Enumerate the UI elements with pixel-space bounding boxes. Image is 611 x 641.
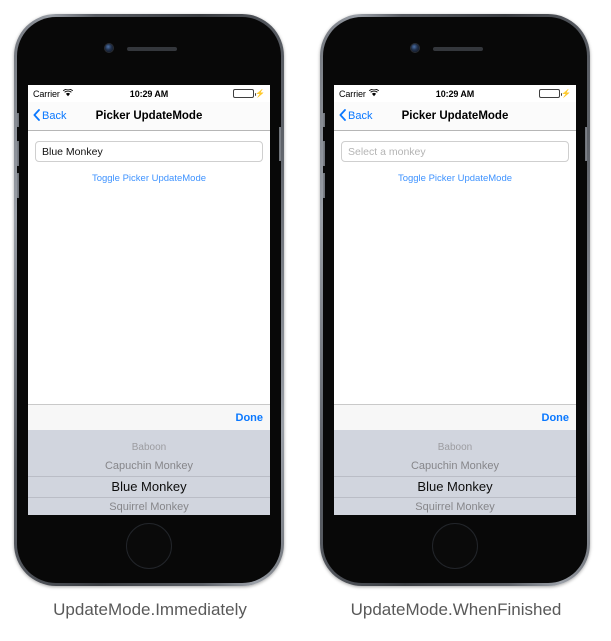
picker-row[interactable]: Capuchin Monkey [334, 457, 576, 476]
monkey-picker-wheel[interactable]: Baboon Capuchin Monkey Blue Monkey Squir… [28, 430, 270, 515]
picker-toolbar: Done [334, 404, 576, 430]
done-button[interactable]: Done [542, 412, 570, 424]
battery-icon [539, 89, 563, 98]
picker-row[interactable]: Baboon [28, 438, 270, 457]
picker-toolbar: Done [28, 404, 270, 430]
toggle-picker-updatemode-link[interactable]: Toggle Picker UpdateMode [334, 173, 576, 184]
phone-device-whenfinished: Carrier 10:29 AM ⚡ Back Picker UpdateMod… [320, 14, 590, 586]
status-bar-right: ⚡ [233, 89, 265, 98]
front-camera-icon [105, 44, 113, 52]
home-button[interactable] [126, 523, 172, 569]
home-button[interactable] [432, 523, 478, 569]
picker-row[interactable]: Squirrel Monkey [28, 498, 270, 515]
phone-device-immediately: Carrier 10:29 AM ⚡ Back Picker UpdateMod… [14, 14, 284, 586]
chevron-left-icon [339, 108, 346, 124]
volume-up-button[interactable] [17, 141, 19, 166]
navigation-bar: Back Picker UpdateMode [28, 102, 270, 131]
picker-row[interactable]: Squirrel Monkey [334, 498, 576, 515]
earpiece-speaker [127, 47, 177, 51]
back-button[interactable]: Back [28, 108, 67, 124]
monkey-text-field-placeholder: Select a monkey [348, 145, 426, 158]
phone-screen-immediately: Carrier 10:29 AM ⚡ Back Picker UpdateMod… [28, 85, 270, 515]
content-area: Blue Monkey Toggle Picker UpdateMode [28, 141, 270, 404]
navigation-bar: Back Picker UpdateMode [334, 102, 576, 131]
bolt-icon: ⚡ [561, 88, 571, 98]
chevron-left-icon [33, 108, 40, 124]
picker-row-selected[interactable]: Blue Monkey [28, 476, 270, 498]
silent-switch[interactable] [323, 113, 325, 127]
monkey-text-field-value: Blue Monkey [42, 145, 103, 158]
silent-switch[interactable] [17, 113, 19, 127]
done-button[interactable]: Done [236, 412, 264, 424]
volume-down-button[interactable] [17, 173, 19, 198]
phone-screen-whenfinished: Carrier 10:29 AM ⚡ Back Picker UpdateMod… [334, 85, 576, 515]
back-button-label: Back [42, 110, 67, 122]
picker-rows: Baboon Capuchin Monkey Blue Monkey Squir… [334, 438, 576, 515]
earpiece-speaker [433, 47, 483, 51]
content-area: Select a monkey Toggle Picker UpdateMode [334, 141, 576, 404]
phone-body: Carrier 10:29 AM ⚡ Back Picker UpdateMod… [323, 17, 587, 583]
bolt-icon: ⚡ [255, 88, 265, 98]
volume-down-button[interactable] [323, 173, 325, 198]
back-button[interactable]: Back [334, 108, 373, 124]
status-bar: Carrier 10:29 AM ⚡ [28, 85, 270, 102]
caption-immediately: UpdateMode.Immediately [53, 600, 247, 619]
monkey-text-field[interactable]: Select a monkey [341, 141, 569, 162]
front-camera-icon [411, 44, 419, 52]
monkey-text-field[interactable]: Blue Monkey [35, 141, 263, 162]
monkey-picker-wheel[interactable]: Baboon Capuchin Monkey Blue Monkey Squir… [334, 430, 576, 515]
screenshot-stage: Carrier 10:29 AM ⚡ Back Picker UpdateMod… [0, 0, 611, 641]
toggle-picker-updatemode-link[interactable]: Toggle Picker UpdateMode [28, 173, 270, 184]
power-button[interactable] [279, 127, 281, 161]
status-bar: Carrier 10:29 AM ⚡ [334, 85, 576, 102]
battery-icon [233, 89, 257, 98]
picker-row[interactable]: Baboon [334, 438, 576, 457]
back-button-label: Back [348, 110, 373, 122]
status-bar-right: ⚡ [539, 89, 571, 98]
picker-row-selected[interactable]: Blue Monkey [334, 476, 576, 498]
volume-up-button[interactable] [323, 141, 325, 166]
power-button[interactable] [585, 127, 587, 161]
picker-row[interactable]: Capuchin Monkey [28, 457, 270, 476]
caption-whenfinished: UpdateMode.WhenFinished [350, 600, 562, 619]
picker-rows: Baboon Capuchin Monkey Blue Monkey Squir… [28, 438, 270, 515]
phone-body: Carrier 10:29 AM ⚡ Back Picker UpdateMod… [17, 17, 281, 583]
